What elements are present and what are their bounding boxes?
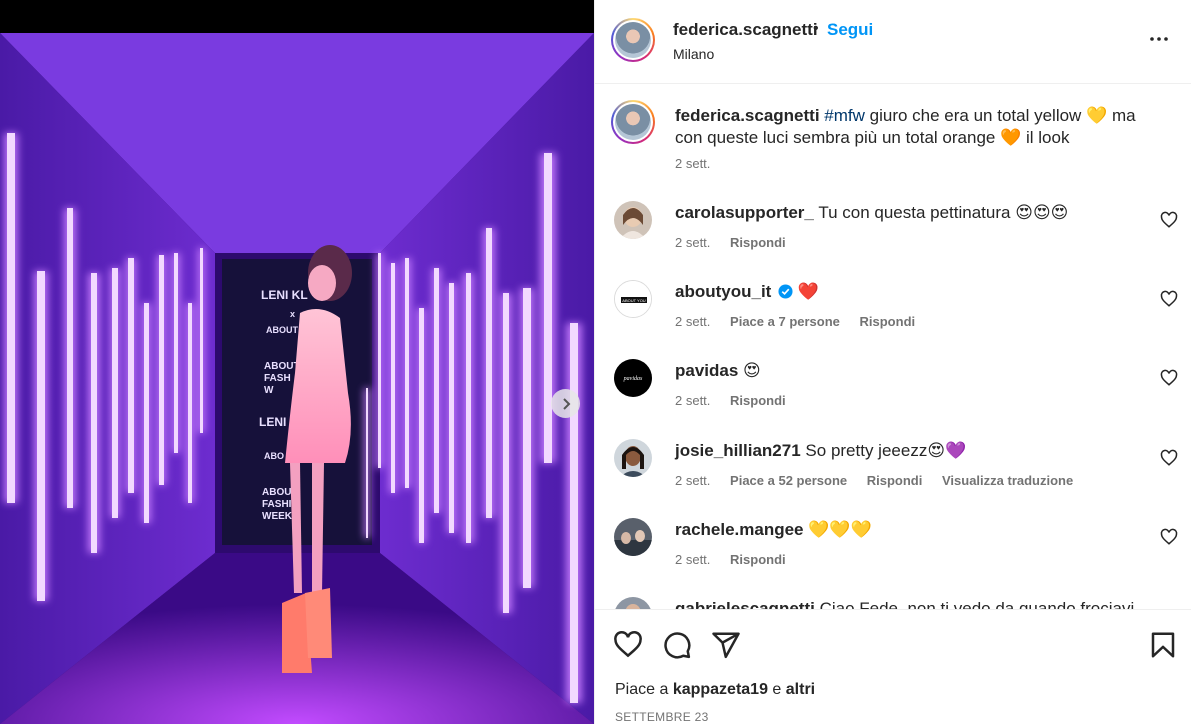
verified-icon xyxy=(778,284,793,299)
comment-emoji: 💛💛💛 xyxy=(808,520,872,540)
sign-line: FASHI xyxy=(262,499,292,510)
sign-line: ABOU xyxy=(262,487,291,498)
commenter-avatar[interactable]: ABOUT YOU xyxy=(614,280,652,318)
sign-line: ABO xyxy=(264,451,284,461)
reply-button[interactable]: Rispondi xyxy=(730,235,786,250)
comment-timestamp[interactable]: 2 sett. xyxy=(675,393,710,408)
comment-likes-count[interactable]: Piace a 52 persone xyxy=(730,473,847,488)
reply-button[interactable]: Rispondi xyxy=(867,473,923,488)
caption-timestamp[interactable]: 2 sett. xyxy=(675,156,710,171)
comment-timestamp[interactable]: 2 sett. xyxy=(675,552,710,567)
likes-user[interactable]: kappazeta19 xyxy=(673,681,768,698)
comment-like-icon[interactable] xyxy=(1160,449,1178,467)
reply-button[interactable]: Rispondi xyxy=(730,552,786,567)
caption-emoji: 🧡 xyxy=(1000,128,1022,148)
comment-username[interactable]: carolasupporter_ xyxy=(675,203,814,222)
commenter-avatar[interactable] xyxy=(614,597,652,609)
comment-item: gabrielescagnetti Ciao Fede, non ti vedo… xyxy=(595,597,1191,609)
comment-text: Tu con questa pettinatura xyxy=(818,203,1011,222)
comment-timestamp[interactable]: 2 sett. xyxy=(675,473,710,488)
sign-line: x xyxy=(290,309,295,319)
comment-emoji: 😍😍😍 xyxy=(1015,203,1069,223)
sign-line: FASH xyxy=(264,373,291,384)
comment-like-icon[interactable] xyxy=(1160,290,1178,308)
post-details-panel: federica.scagnetti • Segui Milano federi… xyxy=(594,0,1191,724)
comment-likes-count[interactable]: Piace a 7 persone xyxy=(730,314,840,329)
likes-summary[interactable]: Piace a kappazeta19 e altri xyxy=(615,681,815,699)
share-icon[interactable] xyxy=(711,630,741,660)
comment-username[interactable]: aboutyou_it xyxy=(675,282,771,301)
comment-like-icon[interactable] xyxy=(1160,528,1178,546)
post-date[interactable]: SETTEMBRE 23 xyxy=(615,710,709,724)
comment-emoji: ❤️ xyxy=(797,282,819,302)
commenter-avatar[interactable] xyxy=(614,518,652,556)
likes-prefix: Piace a xyxy=(615,681,673,698)
avatar-logo-text: ABOUT YOU xyxy=(622,298,646,303)
caption-text-part: il look xyxy=(1021,128,1070,147)
caption-username[interactable]: federica.scagnetti xyxy=(675,106,820,125)
caption-emoji: 💛 xyxy=(1086,106,1108,126)
comment-username[interactable]: pavidas xyxy=(675,361,738,380)
comment-item: pavidas pavidas 😍 2 sett. Rispondi xyxy=(595,359,1191,429)
chevron-right-icon xyxy=(562,397,570,410)
comment-item: josie_hillian271 So pretty jeeezz😍💜 2 se… xyxy=(595,439,1191,509)
commenter-avatar[interactable] xyxy=(614,201,652,239)
photo-neon-corridor: LENI KL x ABOUT Y ABOUT FASH W LENI ABO … xyxy=(0,33,594,724)
comment-username[interactable]: gabrielescagnetti xyxy=(675,599,815,609)
heart-icon[interactable] xyxy=(613,630,643,660)
author-avatar[interactable] xyxy=(611,18,655,62)
avatar-logo-text: pavidas xyxy=(623,376,643,382)
bookmark-icon[interactable] xyxy=(1148,630,1178,660)
commenter-avatar[interactable]: pavidas xyxy=(614,359,652,397)
media-top-bar xyxy=(0,0,594,33)
caption-avatar[interactable] xyxy=(611,100,655,144)
comment-item: ABOUT YOU aboutyou_it ❤️ 2 sett. Piace a… xyxy=(595,280,1191,350)
separator-dot: • xyxy=(813,20,819,37)
post-media: LENI KL x ABOUT Y ABOUT FASH W LENI ABO … xyxy=(0,0,594,724)
comment-timestamp[interactable]: 2 sett. xyxy=(675,235,710,250)
comment-username[interactable]: rachele.mangee xyxy=(675,520,804,539)
comment-item: carolasupporter_ Tu con questa pettinatu… xyxy=(595,201,1191,271)
post-header: federica.scagnetti • Segui Milano xyxy=(595,0,1191,84)
comment-timestamp[interactable]: 2 sett. xyxy=(675,314,710,329)
reply-button[interactable]: Rispondi xyxy=(860,314,916,329)
commenter-avatar[interactable] xyxy=(614,439,652,477)
post-actions: Piace a kappazeta19 e altri SETTEMBRE 23 xyxy=(595,609,1191,724)
follow-button[interactable]: Segui xyxy=(827,20,873,40)
caption-text: federica.scagnetti #mfw giuro che era un… xyxy=(675,105,1145,149)
comment-emoji: 😍 xyxy=(743,361,761,381)
comment-like-icon[interactable] xyxy=(1160,211,1178,229)
comment-emoji: 😍💜 xyxy=(927,441,967,461)
reply-button[interactable]: Rispondi xyxy=(730,393,786,408)
caption-hashtag[interactable]: #mfw xyxy=(824,106,865,125)
sign-line: LENI xyxy=(259,415,286,429)
author-username[interactable]: federica.scagnetti xyxy=(673,20,818,40)
comment-like-icon[interactable] xyxy=(1160,369,1178,387)
comment-item: rachele.mangee 💛💛💛 2 sett. Rispondi xyxy=(595,518,1191,588)
comment-text: So pretty jeeezz xyxy=(805,441,928,460)
caption-text-part: giuro che era un total yellow xyxy=(864,106,1087,125)
sign-line: WEEK xyxy=(262,511,293,522)
more-options-button[interactable] xyxy=(1147,27,1171,51)
comments-list[interactable]: federica.scagnetti #mfw giuro che era un… xyxy=(595,85,1191,609)
post-photo[interactable]: LENI KL x ABOUT Y ABOUT FASH W LENI ABO … xyxy=(0,33,594,724)
likes-mid: e xyxy=(767,681,786,698)
comment-icon[interactable] xyxy=(662,630,692,660)
sign-line: ABOUT xyxy=(264,361,300,372)
comment-text: Ciao Fede, non ti vedo da quando frociav… xyxy=(819,599,1135,609)
post-location[interactable]: Milano xyxy=(673,46,714,62)
sign-line: LENI KL xyxy=(261,288,308,302)
more-icon xyxy=(1150,37,1168,41)
sign-line: W xyxy=(264,385,274,396)
comment-username[interactable]: josie_hillian271 xyxy=(675,441,801,460)
likes-others[interactable]: altri xyxy=(786,681,815,698)
see-translation-button[interactable]: Visualizza traduzione xyxy=(942,473,1073,488)
carousel-next-button[interactable] xyxy=(551,389,580,418)
